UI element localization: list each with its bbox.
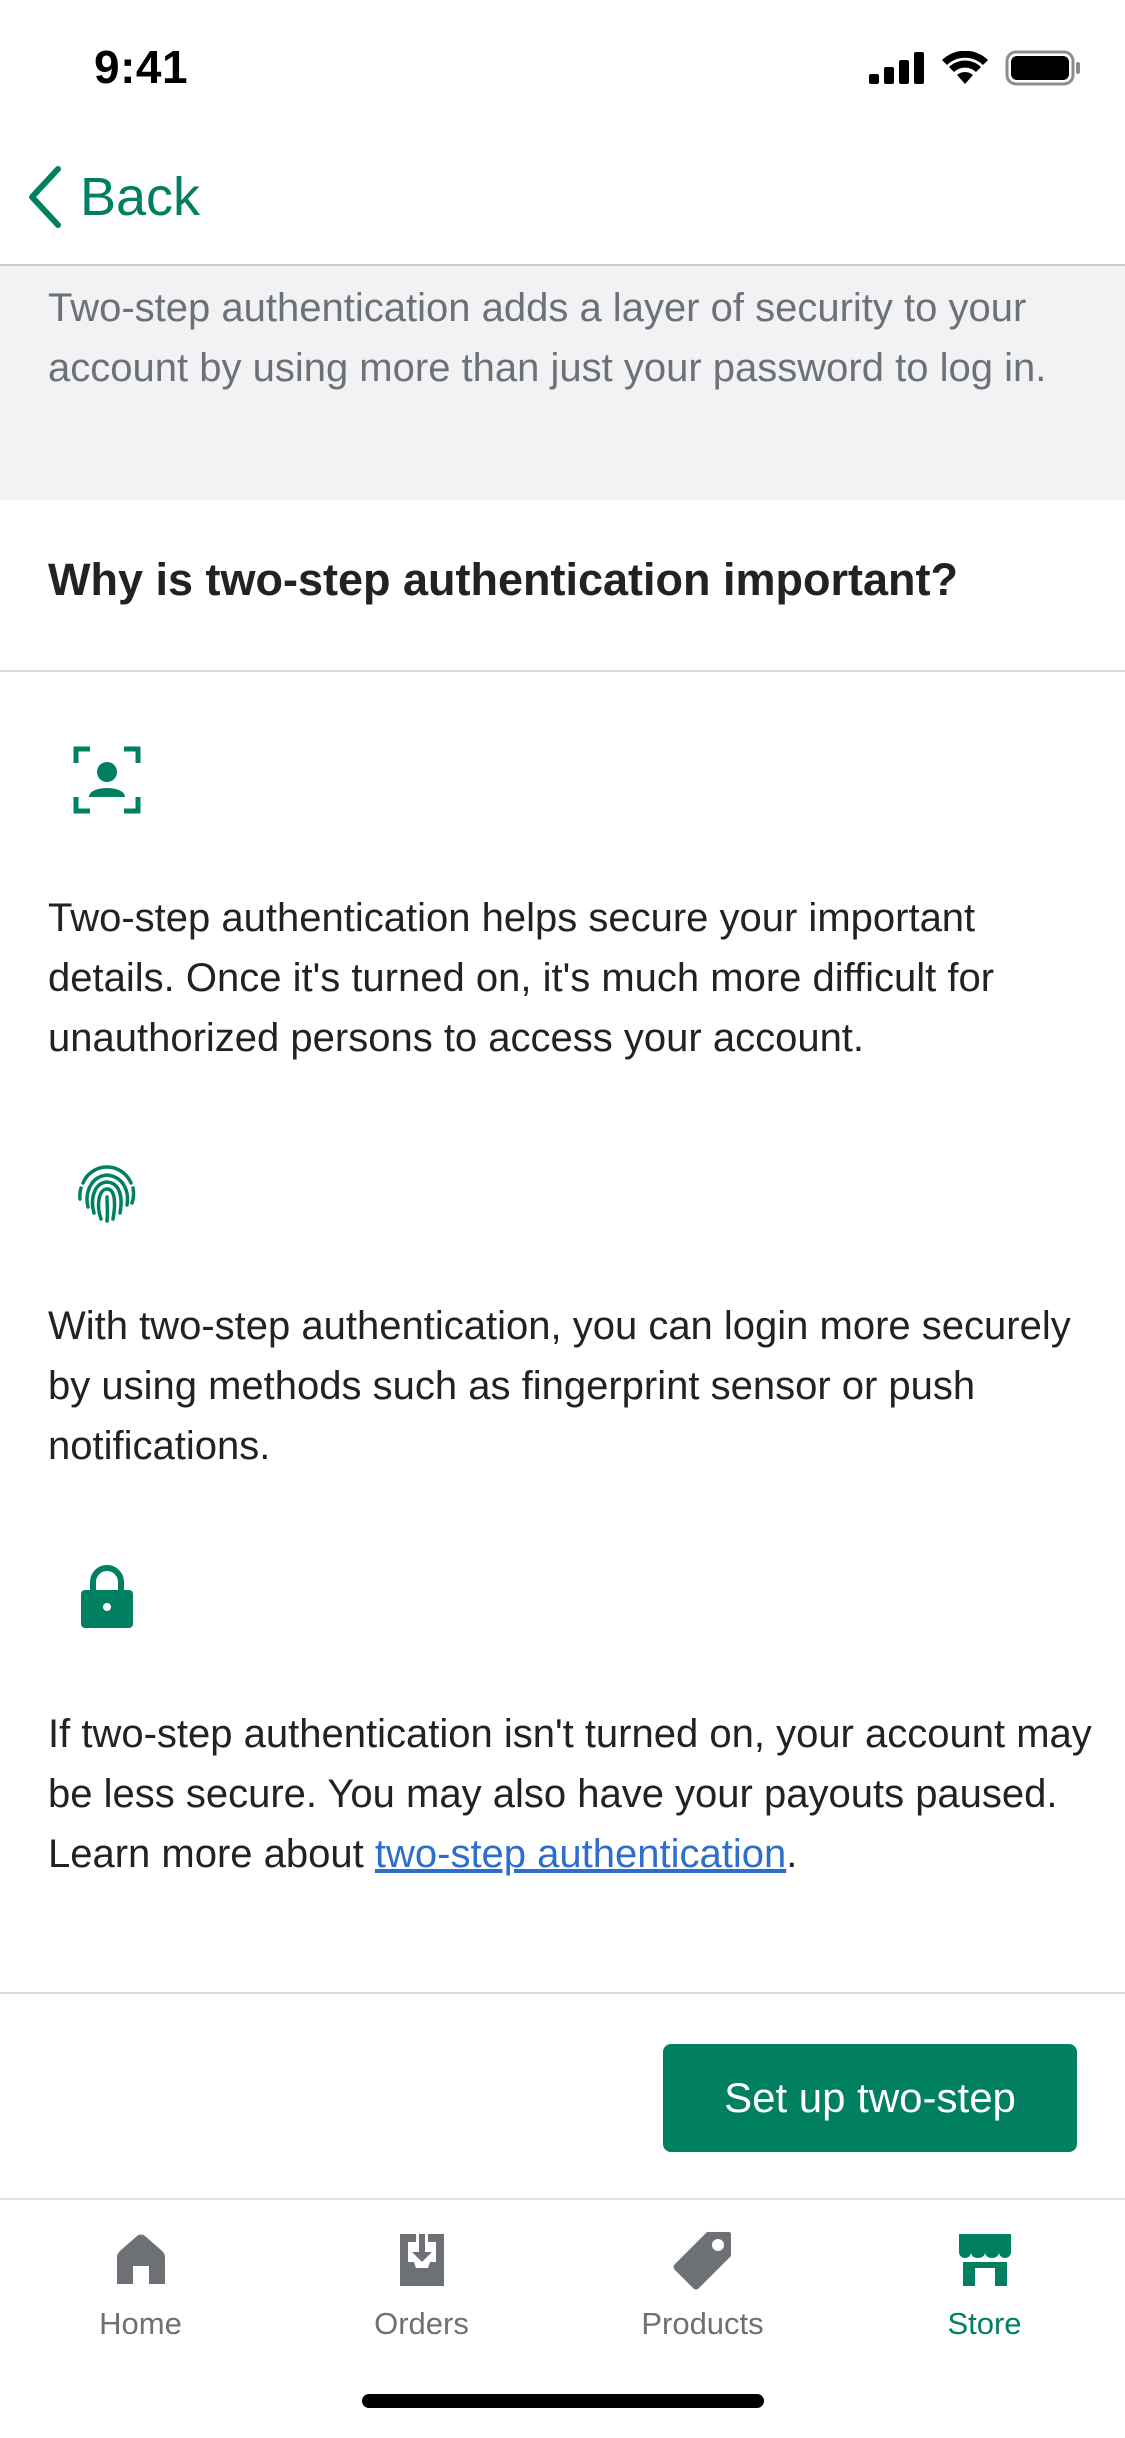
products-tag-icon <box>673 2232 731 2290</box>
intro-section: Two-step authentication adds a layer of … <box>0 266 1125 500</box>
feature-paused-payouts-suffix: . <box>786 1832 798 1876</box>
section-heading: Why is two-step authentication important… <box>0 500 1125 672</box>
fingerprint-icon <box>78 1165 136 1223</box>
lock-icon <box>81 1565 133 1628</box>
tab-store[interactable]: Store <box>844 2228 1125 2358</box>
back-button[interactable]: Back <box>26 162 200 232</box>
tab-products-label: Products <box>641 2306 764 2341</box>
feature-methods-text: With two-step authentication, you can lo… <box>48 1304 1071 1468</box>
cellular-signal-icon <box>869 52 924 84</box>
set-up-two-step-button[interactable]: Set up two-step <box>663 2044 1077 2152</box>
tab-home-label: Home <box>99 2306 182 2341</box>
home-icon <box>116 2234 165 2284</box>
intro-text: Two-step authentication adds a layer of … <box>48 286 1047 390</box>
status-bar: 9:41 <box>0 0 1125 132</box>
tab-home[interactable]: Home <box>0 2228 281 2358</box>
section-title: Why is two-step authentication important… <box>48 554 958 605</box>
two-step-authentication-link[interactable]: two-step authentication <box>375 1832 786 1876</box>
wifi-icon <box>942 51 988 84</box>
battery-icon <box>1005 50 1080 86</box>
navigation-bar: Back <box>0 132 1125 266</box>
tab-orders-label: Orders <box>374 2306 469 2341</box>
home-indicator <box>362 2394 764 2408</box>
face-scan-icon <box>73 746 141 814</box>
store-icon <box>958 2234 1011 2286</box>
orders-icon <box>399 2234 444 2286</box>
tab-store-label: Store <box>947 2306 1022 2341</box>
status-time: 9:41 <box>94 41 189 93</box>
feature-secure-details-text: Two-step authentication helps secure you… <box>48 896 995 1060</box>
back-label: Back <box>80 167 201 227</box>
feature-paused-payouts-text: If two-step authentication isn't turned … <box>48 1704 1093 1884</box>
tab-products[interactable]: Products <box>562 2228 843 2358</box>
tab-orders[interactable]: Orders <box>281 2228 562 2358</box>
action-bar: Set up two-step <box>0 1992 1125 2200</box>
status-icons <box>869 50 1081 86</box>
chevron-left-icon <box>29 166 61 228</box>
